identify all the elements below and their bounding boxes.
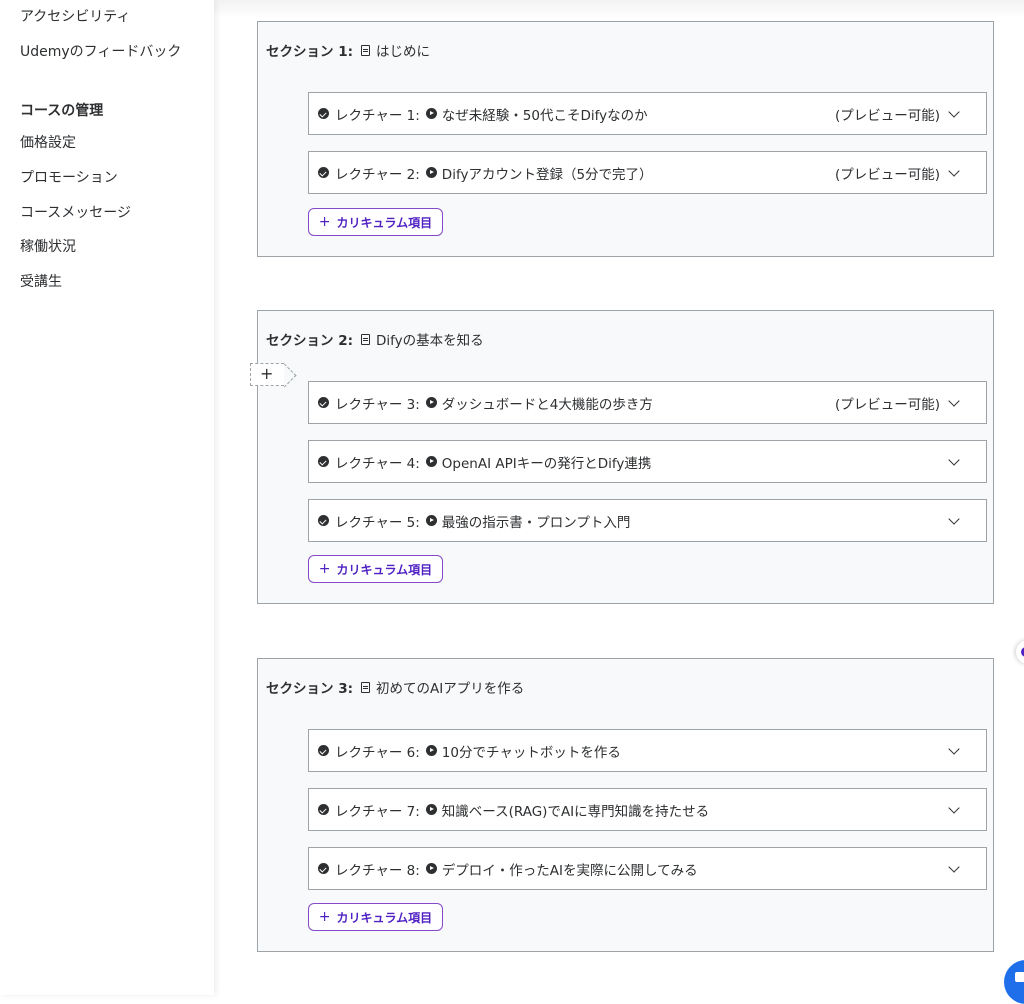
chevron-down-icon[interactable]	[948, 802, 960, 814]
add-curriculum-item-label: カリキュラム項目	[336, 910, 433, 925]
section-3: セクション 3: 初めてのAIアプリを作る レクチャー 6: 10分でチャットボ…	[257, 658, 994, 952]
lecture-title: Difyアカウント登録（5分で完了）	[441, 166, 653, 183]
lecture-label: レクチャー 2:	[335, 166, 420, 183]
sidebar-item-students[interactable]: 受講生	[20, 271, 62, 291]
lecture-item[interactable]: レクチャー 1: なぜ未経験・50代こそDifyなのか (プレビュー可能)	[308, 92, 987, 135]
lecture-label: レクチャー 6:	[335, 744, 420, 761]
play-circle-icon	[425, 863, 437, 874]
chevron-down-icon[interactable]	[948, 395, 960, 407]
lecture-item[interactable]: レクチャー 7: 知識ベース(RAG)でAIに専門知識を持たせる	[308, 788, 987, 831]
play-circle-icon	[425, 397, 437, 408]
section-title: Difyの基本を知る	[376, 333, 484, 349]
lecture-row-left: レクチャー 5: 最強の指示書・プロンプト入門	[318, 500, 630, 541]
sidebar-heading-course-management: コースの管理	[20, 103, 104, 119]
check-circle-icon	[318, 745, 329, 756]
lecture-row-left: レクチャー 6: 10分でチャットボットを作る	[318, 730, 621, 771]
lecture-title: 知識ベース(RAG)でAIに専門知識を持たせる	[441, 803, 710, 820]
add-curriculum-item-label: カリキュラム項目	[336, 215, 433, 230]
lecture-item[interactable]: レクチャー 5: 最強の指示書・プロンプト入門	[308, 499, 987, 542]
lecture-row-left: レクチャー 4: OpenAI APIキーの発行とDify連携	[318, 441, 651, 482]
play-circle-icon	[425, 167, 437, 178]
preview-label: (プレビュー可能)	[834, 107, 940, 124]
section-1: セクション 1: はじめに レクチャー 1: なぜ未経験・50代こそDifyなの…	[257, 21, 994, 257]
lecture-title: ダッシュボードと4大機能の歩き方	[441, 396, 653, 413]
lecture-label: レクチャー 3:	[335, 396, 420, 413]
lecture-row-left: レクチャー 8: デプロイ・作ったAIを実際に公開してみる	[318, 848, 698, 889]
lecture-item[interactable]: レクチャー 6: 10分でチャットボットを作る	[308, 729, 987, 772]
sidebar-item-feedback[interactable]: Udemyのフィードバック	[20, 41, 181, 61]
chevron-down-icon[interactable]	[948, 861, 960, 873]
lecture-label: レクチャー 5:	[335, 514, 420, 531]
plus-icon: +	[318, 561, 331, 577]
preview-label: (プレビュー可能)	[834, 396, 940, 413]
lecture-title: 最強の指示書・プロンプト入門	[441, 514, 631, 531]
lecture-title: 10分でチャットボットを作る	[441, 744, 621, 761]
document-icon	[361, 44, 370, 56]
sidebar-item-promotions[interactable]: プロモーション	[20, 167, 118, 187]
lecture-title: デプロイ・作ったAIを実際に公開してみる	[441, 862, 698, 879]
preview-label: (プレビュー可能)	[834, 166, 940, 183]
plus-icon: +	[318, 214, 331, 230]
check-circle-icon	[318, 515, 329, 526]
lecture-item[interactable]: レクチャー 2: Difyアカウント登録（5分で完了） (プレビュー可能)	[308, 151, 987, 194]
lecture-row-left: レクチャー 1: なぜ未経験・50代こそDifyなのか	[318, 93, 648, 134]
lecture-title: OpenAI APIキーの発行とDify連携	[441, 455, 652, 472]
header-shadow	[214, 0, 1024, 18]
plus-icon: +	[318, 909, 331, 925]
add-curriculum-item-button[interactable]: + カリキュラム項目	[308, 208, 443, 236]
add-curriculum-item-button[interactable]: + カリキュラム項目	[308, 555, 443, 583]
lecture-title: なぜ未経験・50代こそDifyなのか	[441, 107, 648, 124]
check-circle-icon	[318, 863, 329, 874]
chevron-down-icon[interactable]	[948, 165, 960, 177]
sidebar-item-pricing[interactable]: 価格設定	[20, 132, 76, 152]
section-2: セクション 2: Difyの基本を知る レクチャー 3: ダッシュボードと4大機…	[257, 310, 994, 604]
lecture-label: レクチャー 8:	[335, 862, 420, 879]
section-title: はじめに	[376, 44, 430, 60]
check-circle-icon	[318, 456, 329, 467]
sidebar: アクセシビリティ Udemyのフィードバック コースの管理 価格設定 プロモーシ…	[0, 0, 214, 995]
lecture-row-left: レクチャー 2: Difyアカウント登録（5分で完了）	[318, 152, 653, 193]
play-circle-icon	[425, 745, 437, 756]
lecture-item[interactable]: レクチャー 8: デプロイ・作ったAIを実際に公開してみる	[308, 847, 987, 890]
section-label: セクション 1:	[266, 44, 353, 60]
lecture-row-left: レクチャー 3: ダッシュボードと4大機能の歩き方	[318, 382, 653, 423]
play-circle-icon	[425, 515, 437, 526]
lecture-label: レクチャー 4:	[335, 455, 420, 472]
check-circle-icon	[318, 804, 329, 815]
play-circle-icon	[425, 108, 437, 119]
chevron-down-icon[interactable]	[948, 513, 960, 525]
section-title: 初めてのAIアプリを作る	[376, 681, 525, 697]
section-label: セクション 2:	[266, 333, 353, 349]
lecture-row-left: レクチャー 7: 知識ベース(RAG)でAIに専門知識を持たせる	[318, 789, 709, 830]
lecture-label: レクチャー 7:	[335, 803, 420, 820]
sidebar-item-course-messages[interactable]: コースメッセージ	[20, 202, 131, 222]
chevron-down-icon[interactable]	[948, 743, 960, 755]
side-panel-toggle[interactable]	[1016, 640, 1024, 664]
lecture-label: レクチャー 1:	[335, 107, 420, 124]
lecture-item[interactable]: レクチャー 3: ダッシュボードと4大機能の歩き方 (プレビュー可能)	[308, 381, 987, 424]
sidebar-item-accessibility[interactable]: アクセシビリティ	[20, 6, 130, 26]
section-header: セクション 1: はじめに	[266, 40, 430, 60]
add-curriculum-item-button[interactable]: + カリキュラム項目	[308, 903, 443, 931]
check-circle-icon	[318, 167, 329, 178]
play-circle-icon	[425, 456, 437, 467]
document-icon	[361, 333, 370, 345]
sidebar-item-status[interactable]: 稼働状況	[20, 236, 76, 256]
check-circle-icon	[318, 108, 329, 119]
play-circle-icon	[425, 804, 437, 815]
document-icon	[361, 681, 370, 693]
section-label: セクション 3:	[266, 681, 353, 697]
lecture-item[interactable]: レクチャー 4: OpenAI APIキーの発行とDify連携	[308, 440, 987, 483]
chevron-down-icon[interactable]	[948, 454, 960, 466]
section-header: セクション 2: Difyの基本を知る	[266, 329, 484, 349]
chat-support-button[interactable]	[1004, 960, 1024, 1004]
check-circle-icon	[318, 397, 329, 408]
add-curriculum-item-label: カリキュラム項目	[336, 562, 433, 577]
section-header: セクション 3: 初めてのAIアプリを作る	[266, 677, 524, 697]
chevron-down-icon[interactable]	[948, 106, 960, 118]
